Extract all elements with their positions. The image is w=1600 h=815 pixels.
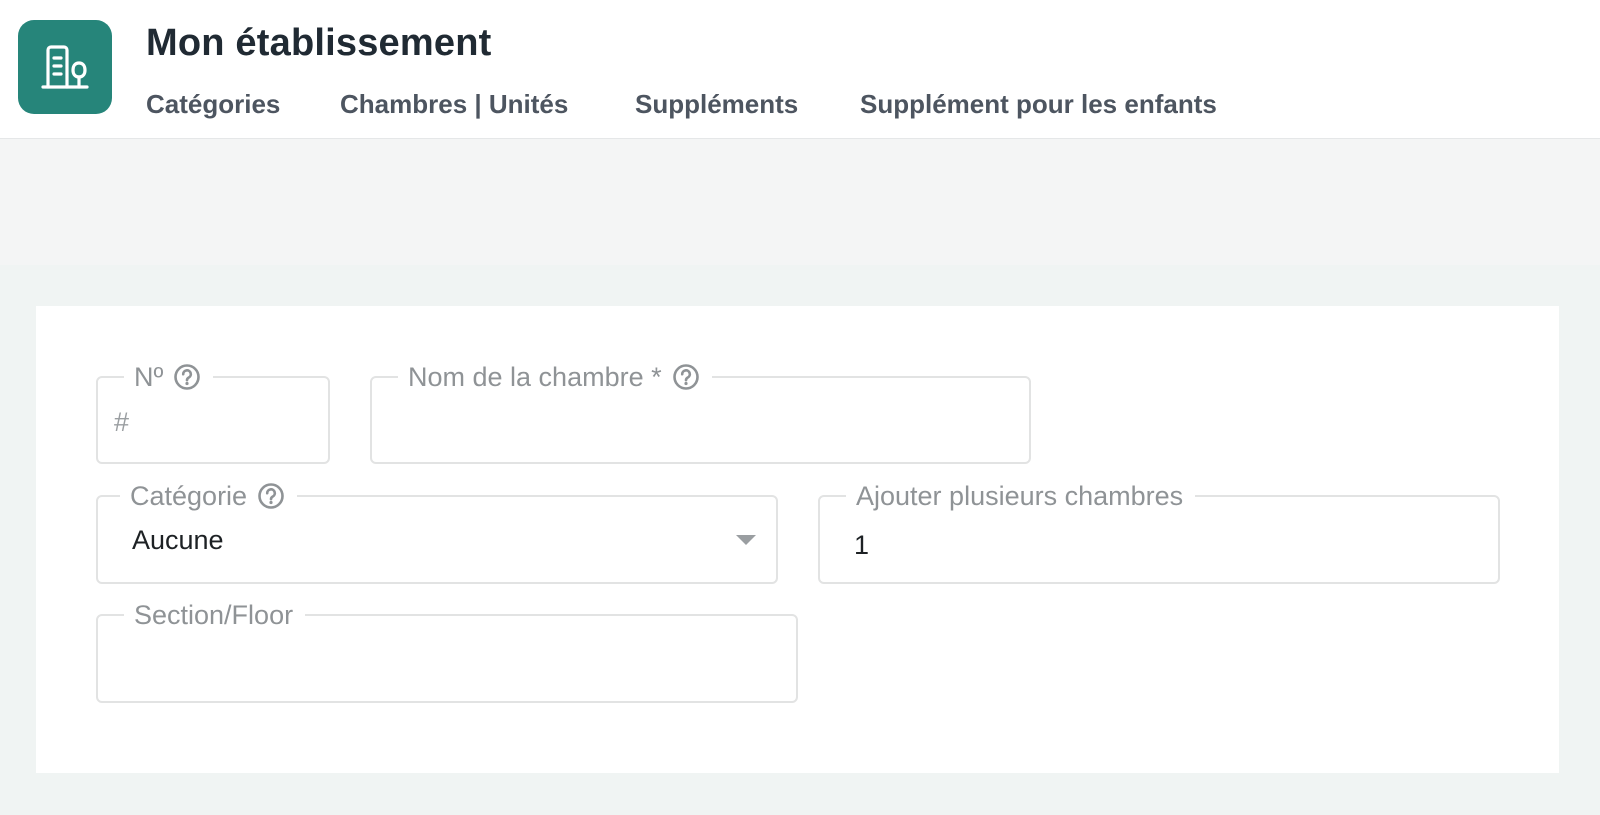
room-number-label: Nº [134,361,164,392]
add-multiple-rooms-field: Ajouter plusieurs chambres [818,477,1500,584]
help-icon[interactable] [173,363,201,391]
section-floor-label: Section/Floor [134,599,294,630]
page-title: Mon établissement [146,22,492,64]
category-label: Catégorie [130,480,248,511]
room-name-label: Nom de la chambre * [408,361,662,392]
tab-child-supplement[interactable]: Supplément pour les enfants [860,86,1217,122]
toolbar-band [0,139,1600,265]
room-number-field: Nº [96,358,330,464]
help-icon[interactable] [672,363,700,391]
section-floor-field: Section/Floor [96,596,798,703]
tab-categories[interactable]: Catégories [146,86,280,122]
section-floor-input[interactable] [132,646,772,682]
building-tree-icon[interactable] [18,20,112,114]
category-select[interactable]: Catégorie Aucune [96,477,778,584]
tab-supplements[interactable]: Suppléments [635,86,798,122]
tab-rooms-units[interactable]: Chambres | Unités [340,86,568,122]
chevron-down-icon [736,535,756,545]
help-icon[interactable] [257,482,285,510]
room-name-field: Nom de la chambre * [370,358,1031,464]
category-selected-value: Aucune [132,525,224,555]
add-multiple-rooms-label: Ajouter plusieurs chambres [856,480,1184,511]
room-form-card: Nº Nom de la chambre * Catégorie Aucune [36,306,1559,773]
app-header: Mon établissement Catégories Chambres | … [0,0,1600,139]
add-multiple-rooms-input[interactable] [854,527,1454,563]
room-number-input[interactable] [114,404,314,440]
room-name-input[interactable] [406,404,1006,440]
